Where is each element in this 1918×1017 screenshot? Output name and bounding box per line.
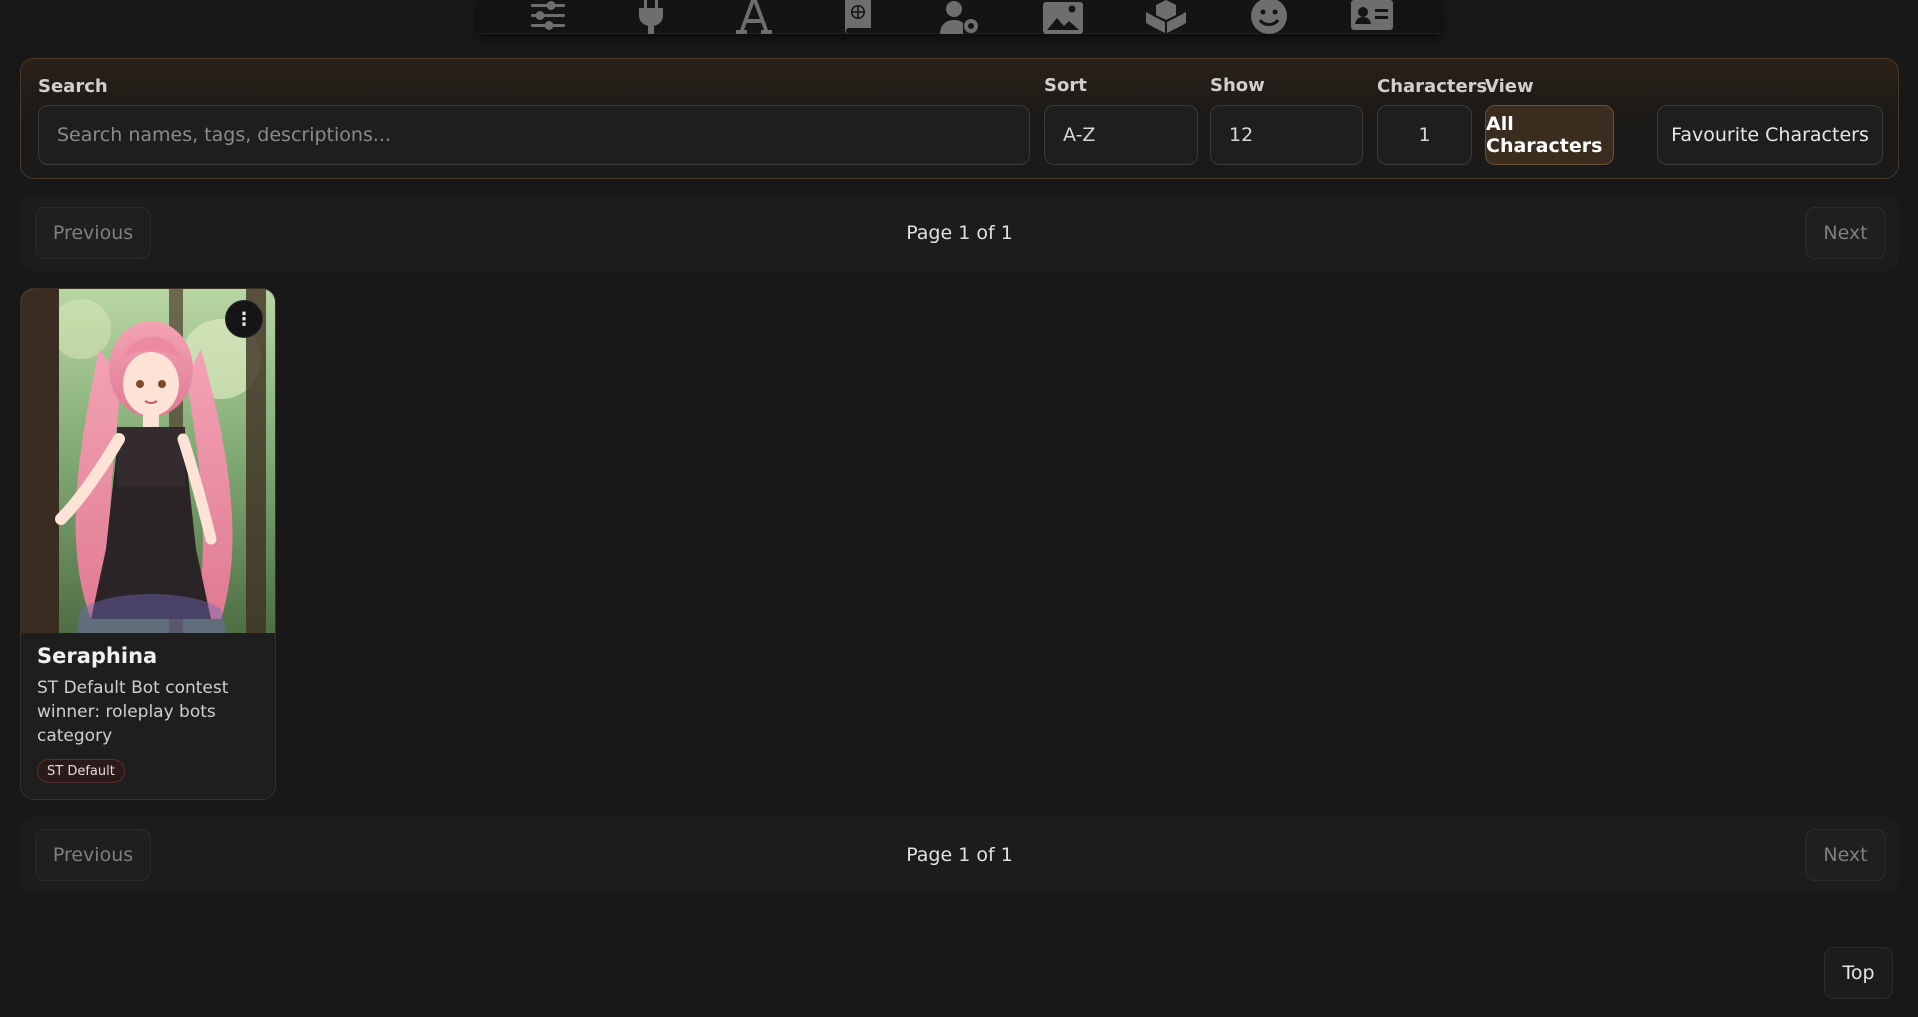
view-label: View: [1485, 76, 1534, 97]
kebab-menu-icon: ⋮: [235, 308, 253, 330]
font-icon[interactable]: [729, 0, 779, 34]
cubes-icon[interactable]: [1141, 0, 1191, 34]
smile-icon[interactable]: [1244, 0, 1294, 34]
show-label: Show: [1210, 75, 1265, 96]
character-tag[interactable]: ST Default: [37, 759, 125, 783]
characters-count-value: 1: [1418, 124, 1431, 146]
favourite-characters-button[interactable]: Favourite Characters: [1657, 105, 1883, 165]
character-card[interactable]: ⋮ Seraphina ST Default Bot contest winne…: [20, 288, 276, 800]
characters-count: 1: [1377, 105, 1472, 165]
next-button[interactable]: Next: [1805, 829, 1886, 881]
card-menu-button[interactable]: ⋮: [225, 300, 263, 338]
sliders-icon[interactable]: [523, 0, 573, 34]
sort-label: Sort: [1044, 75, 1087, 96]
character-description: ST Default Bot contest winner: roleplay …: [37, 678, 229, 746]
top-toolbar: [478, 0, 1441, 34]
page-indicator: Page 1 of 1: [906, 844, 1013, 866]
next-button[interactable]: Next: [1805, 207, 1886, 259]
book-globe-icon[interactable]: [832, 0, 882, 34]
search-label: Search: [38, 76, 108, 97]
character-name: Seraphina: [37, 644, 158, 668]
sort-value: A-Z: [1063, 124, 1096, 146]
character-avatar: [21, 289, 275, 633]
show-value: 12: [1229, 124, 1254, 146]
sort-select[interactable]: A-Z: [1044, 105, 1198, 165]
search-input[interactable]: [38, 105, 1030, 165]
all-characters-button[interactable]: All Characters: [1485, 105, 1614, 165]
filter-panel: Search Sort A-Z Show 12 Characters 1 Vie…: [20, 58, 1899, 179]
image-icon[interactable]: [1038, 0, 1088, 34]
id-card-icon[interactable]: [1347, 0, 1397, 34]
previous-button[interactable]: Previous: [35, 207, 151, 259]
previous-button[interactable]: Previous: [35, 829, 151, 881]
page-indicator: Page 1 of 1: [906, 222, 1013, 244]
pagination-bottom: Page 1 of 1 Previous Next: [20, 817, 1899, 893]
pagination-top: Page 1 of 1 Previous Next: [20, 195, 1899, 271]
plug-icon[interactable]: [626, 0, 676, 34]
characters-label: Characters: [1377, 76, 1488, 97]
show-select[interactable]: 12: [1210, 105, 1363, 165]
user-gear-icon[interactable]: [935, 0, 985, 34]
scroll-top-button[interactable]: Top: [1824, 947, 1893, 999]
